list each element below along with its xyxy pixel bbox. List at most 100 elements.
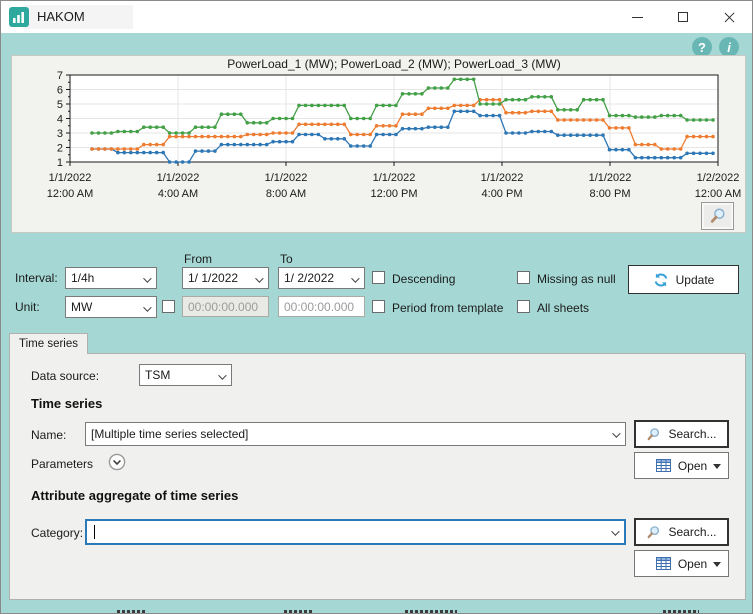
dropdown-arrow-icon[interactable] [713, 464, 721, 469]
svg-text:8:00 PM: 8:00 PM [590, 188, 631, 200]
descending-checkbox[interactable] [372, 271, 385, 284]
chevron-down-icon [611, 527, 619, 535]
search-category-button[interactable]: Search... [634, 518, 729, 546]
cutoff-text-fragment [117, 610, 147, 613]
search-icon [646, 427, 661, 442]
cutoff-text-fragment [284, 610, 314, 613]
svg-text:6: 6 [57, 85, 63, 97]
from-date-picker[interactable]: 1/ 1/2022 [182, 267, 269, 289]
open-category-button[interactable]: Open [634, 550, 729, 577]
to-label: To [280, 252, 293, 266]
minimize-button[interactable] [614, 1, 660, 33]
tab-label: Time series [19, 338, 78, 350]
from-time-field: 00:00:00.000 [182, 296, 269, 317]
hakom-window: HAKOM ? i 12345671/1/202212:00 AM1/1/202… [0, 0, 753, 614]
from-time-value: 00:00:00.000 [188, 300, 258, 314]
from-label: From [184, 252, 212, 266]
expand-chevron-icon [108, 453, 126, 471]
update-label: Update [676, 273, 715, 287]
parameters-label: Parameters [31, 457, 93, 471]
name-combobox[interactable]: [Multiple time series selected] [85, 422, 626, 446]
svg-text:PowerLoad_1 (MW); PowerLoad_2: PowerLoad_1 (MW); PowerLoad_2 (MW); Powe… [227, 57, 560, 71]
unit-value: MW [71, 300, 92, 314]
to-time-value: 00:00:00.000 [284, 300, 354, 314]
time-series-heading: Time series [31, 396, 102, 411]
chart-zoom-button[interactable] [701, 202, 734, 230]
name-label: Name: [31, 428, 66, 442]
search-label: Search... [668, 427, 716, 441]
app-logo-icon [9, 7, 29, 27]
descending-label: Descending [392, 272, 455, 286]
data-source-value: TSM [145, 368, 170, 382]
tab-time-series[interactable]: Time series [9, 333, 88, 354]
timeseries-chart: 12345671/1/202212:00 AM1/1/20224:00 AM1/… [12, 56, 745, 232]
category-label: Category: [31, 526, 83, 540]
maximize-icon [678, 12, 688, 22]
refresh-icon [653, 272, 669, 288]
name-value: [Multiple time series selected] [91, 427, 248, 441]
parameters-expander-button[interactable] [108, 453, 126, 476]
close-button[interactable] [706, 1, 752, 33]
missing-as-null-label: Missing as null [537, 272, 616, 286]
svg-text:3: 3 [57, 128, 63, 140]
interval-select[interactable]: 1/4h [65, 267, 157, 289]
svg-text:8:00 AM: 8:00 AM [266, 188, 306, 200]
magnifier-icon [709, 207, 727, 225]
svg-text:1/1/2022: 1/1/2022 [265, 172, 308, 184]
svg-text:1/1/2022: 1/1/2022 [589, 172, 632, 184]
close-icon [723, 11, 736, 24]
all-sheets-label: All sheets [537, 301, 589, 315]
period-from-template-label: Period from template [392, 301, 503, 315]
cutoff-text-fragment [405, 610, 457, 613]
title-bar: HAKOM [1, 1, 752, 33]
unit-select[interactable]: MW [65, 296, 157, 318]
svg-text:1/1/2022: 1/1/2022 [481, 172, 524, 184]
text-caret [94, 525, 95, 539]
window-title: HAKOM [37, 9, 85, 24]
search-label: Search... [668, 525, 716, 539]
help-icon[interactable]: ? [692, 37, 712, 57]
to-date-picker[interactable]: 1/ 2/2022 [278, 267, 365, 289]
data-source-label: Data source: [31, 369, 99, 383]
category-combobox[interactable] [85, 519, 626, 545]
svg-text:4:00 PM: 4:00 PM [482, 188, 523, 200]
chevron-down-icon [143, 274, 151, 282]
period-from-template-checkbox[interactable] [372, 300, 385, 313]
dropdown-arrow-icon[interactable] [713, 562, 721, 567]
to-date-value: 1/ 2/2022 [284, 271, 334, 285]
unit-label: Unit: [15, 300, 40, 314]
svg-text:1: 1 [57, 157, 63, 169]
update-button[interactable]: Update [628, 265, 739, 294]
all-sheets-checkbox[interactable] [517, 300, 530, 313]
open-time-series-button[interactable]: Open [634, 452, 729, 479]
maximize-button[interactable] [660, 1, 706, 33]
data-source-select[interactable]: TSM [139, 364, 232, 386]
svg-text:12:00 PM: 12:00 PM [370, 188, 417, 200]
svg-text:1/1/2022: 1/1/2022 [49, 172, 92, 184]
open-label: Open [678, 459, 707, 473]
to-time-field[interactable]: 00:00:00.000 [278, 296, 365, 317]
from-date-value: 1/ 1/2022 [188, 271, 238, 285]
svg-text:12:00 AM: 12:00 AM [47, 188, 93, 200]
chevron-down-icon [143, 303, 151, 311]
cutoff-text-fragment [663, 610, 699, 613]
interval-label: Interval: [15, 271, 58, 285]
chevron-down-icon [218, 371, 226, 379]
chevron-down-icon [351, 274, 359, 282]
svg-text:5: 5 [57, 99, 63, 111]
interval-value: 1/4h [71, 271, 94, 285]
table-icon [656, 459, 671, 472]
svg-text:4:00 AM: 4:00 AM [158, 188, 198, 200]
missing-as-null-checkbox[interactable] [517, 271, 530, 284]
svg-text:12:00 AM: 12:00 AM [695, 188, 741, 200]
time-enable-checkbox[interactable] [162, 300, 175, 313]
open-label: Open [678, 557, 707, 571]
search-icon [646, 525, 661, 540]
info-icon[interactable]: i [719, 37, 739, 57]
svg-text:4: 4 [57, 114, 63, 126]
chevron-down-icon [255, 274, 263, 282]
search-time-series-button[interactable]: Search... [634, 420, 729, 448]
minimize-icon [632, 17, 643, 18]
svg-text:1/2/2022: 1/2/2022 [697, 172, 740, 184]
svg-text:7: 7 [57, 70, 63, 82]
